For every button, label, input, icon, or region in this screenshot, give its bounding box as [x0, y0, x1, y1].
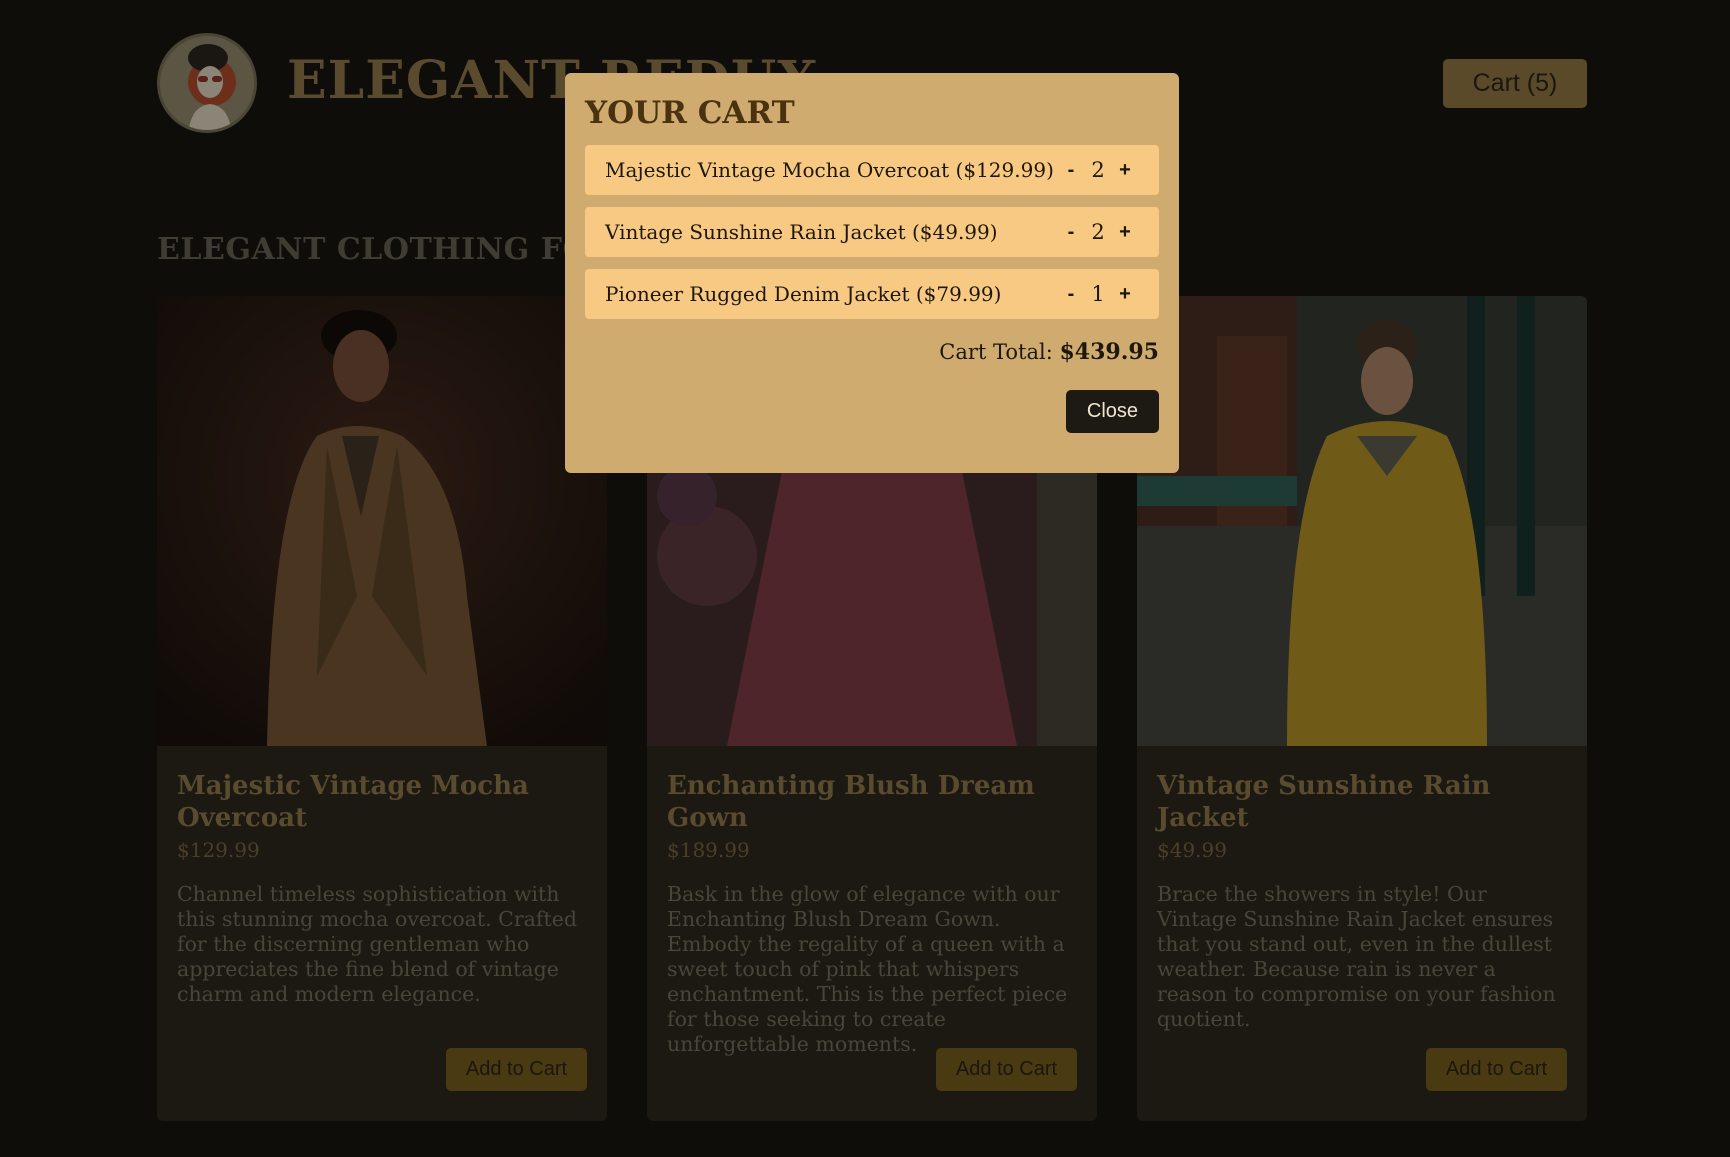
quantity-value: 1: [1091, 282, 1105, 306]
product-description: Brace the showers in style! Our Vintage …: [1157, 882, 1556, 1031]
decrease-quantity-button[interactable]: -: [1057, 221, 1085, 244]
quantity-stepper: - 2 +: [1057, 158, 1139, 182]
cart-modal-title: YOUR CART: [585, 95, 795, 131]
add-to-cart-button[interactable]: Add to Cart: [936, 1048, 1077, 1091]
product-price: $129.99: [177, 838, 260, 862]
cart-item: Vintage Sunshine Rain Jacket ($49.99) - …: [585, 207, 1159, 257]
product-card: Majestic Vintage Mocha Overcoat $129.99 …: [157, 296, 607, 1121]
increase-quantity-button[interactable]: +: [1111, 221, 1139, 244]
cart-item: Pioneer Rugged Denim Jacket ($79.99) - 1…: [585, 269, 1159, 319]
cart-item-label: Majestic Vintage Mocha Overcoat ($129.99…: [605, 158, 1054, 182]
product-image-rain-jacket: [1137, 296, 1587, 746]
close-button[interactable]: Close: [1066, 390, 1159, 433]
cart-total-value: $439.95: [1059, 339, 1159, 365]
quantity-stepper: - 1 +: [1057, 282, 1139, 306]
product-name: Majestic Vintage Mocha Overcoat: [177, 771, 529, 833]
cart-item-label: Pioneer Rugged Denim Jacket ($79.99): [605, 282, 1002, 306]
cart-item-label: Vintage Sunshine Rain Jacket ($49.99): [605, 220, 998, 244]
product-name: Vintage Sunshine Rain Jacket: [1157, 771, 1491, 833]
decrease-quantity-button[interactable]: -: [1057, 159, 1085, 182]
quantity-value: 2: [1091, 220, 1105, 244]
add-to-cart-button[interactable]: Add to Cart: [446, 1048, 587, 1091]
product-description: Channel timeless sophistication with thi…: [177, 882, 577, 1006]
cart-total-label: Cart Total:: [939, 340, 1053, 364]
quantity-stepper: - 2 +: [1057, 220, 1139, 244]
product-name: Enchanting Blush Dream Gown: [667, 771, 1035, 833]
product-card: Vintage Sunshine Rain Jacket $49.99 Brac…: [1137, 296, 1587, 1121]
cart-button[interactable]: Cart (5): [1443, 59, 1587, 108]
cart-total: Cart Total: $439.95: [585, 339, 1159, 365]
decrease-quantity-button[interactable]: -: [1057, 283, 1085, 306]
product-price: $49.99: [1157, 838, 1227, 862]
brand-logo: [157, 33, 257, 133]
product-description: Bask in the glow of elegance with our En…: [667, 882, 1068, 1056]
increase-quantity-button[interactable]: +: [1111, 283, 1139, 306]
product-image-overcoat: [157, 296, 607, 746]
add-to-cart-button[interactable]: Add to Cart: [1426, 1048, 1567, 1091]
quantity-value: 2: [1091, 158, 1105, 182]
cart-modal: YOUR CART Majestic Vintage Mocha Overcoa…: [565, 73, 1179, 473]
product-price: $189.99: [667, 838, 750, 862]
increase-quantity-button[interactable]: +: [1111, 159, 1139, 182]
cart-item: Majestic Vintage Mocha Overcoat ($129.99…: [585, 145, 1159, 195]
